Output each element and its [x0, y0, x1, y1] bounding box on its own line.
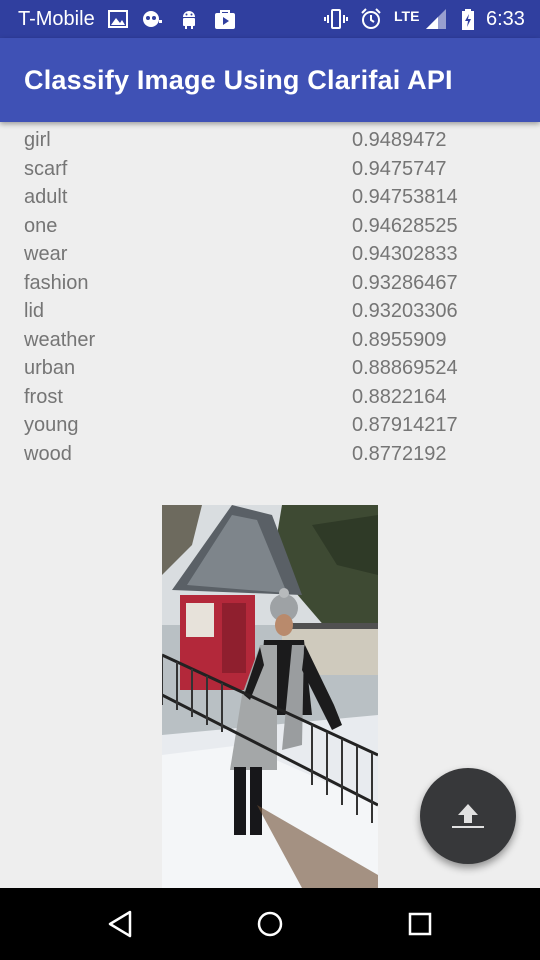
network-type: LTE [394, 8, 420, 24]
list-item: adult 0.94753814 [0, 184, 540, 213]
concept-score: 0.88869524 [352, 357, 458, 379]
signal-icon [426, 9, 446, 29]
concept-label: one [24, 214, 58, 237]
concept-label: wood [24, 442, 72, 465]
list-item: weather 0.8955909 [0, 327, 540, 356]
concept-label: adult [24, 186, 68, 208]
vibrate-icon [324, 9, 348, 29]
concept-label: fashion [24, 271, 89, 294]
concept-score: 0.94302833 [352, 243, 458, 265]
list-item: fashion 0.93286467 [0, 270, 540, 299]
results-list: girl 0.9489472 scarf 0.9475747 adult 0.9… [0, 127, 540, 470]
list-item: girl 0.9489472 [0, 127, 540, 156]
concept-label: girl [24, 129, 51, 151]
concept-score: 0.87914217 [352, 414, 458, 436]
home-icon[interactable] [254, 908, 286, 940]
concept-score: 0.93203306 [352, 300, 458, 322]
app-bar: Classify Image Using Clarifai API [0, 38, 540, 122]
concept-score: 0.94628525 [352, 214, 458, 237]
concept-score: 0.8822164 [352, 385, 447, 408]
carrier-name: T-Mobile [18, 8, 95, 30]
status-bar: T-Mobile LTE 6:33 [0, 0, 540, 38]
list-item: urban 0.88869524 [0, 355, 540, 384]
upload-icon [452, 804, 484, 828]
image-icon [108, 10, 128, 28]
battery-charging-icon [462, 9, 474, 30]
concept-label: urban [24, 357, 76, 379]
list-item: frost 0.8822164 [0, 384, 540, 413]
concept-score: 0.94753814 [352, 186, 458, 208]
clock-face-icon [143, 11, 162, 27]
list-item: young 0.87914217 [0, 412, 540, 441]
android-icon [183, 11, 195, 29]
concept-label: young [24, 414, 79, 436]
status-time: 6:33 [486, 8, 525, 30]
app-title: Classify Image Using Clarifai API [24, 65, 453, 95]
list-item: wood 0.8772192 [0, 441, 540, 470]
concept-score: 0.9475747 [352, 157, 447, 180]
concept-score: 0.8772192 [352, 442, 447, 465]
concept-score: 0.93286467 [352, 271, 458, 294]
concept-label: frost [24, 385, 63, 408]
navigation-bar [0, 888, 540, 960]
list-item: wear 0.94302833 [0, 241, 540, 270]
concept-score: 0.9489472 [352, 129, 447, 151]
list-item: scarf 0.9475747 [0, 156, 540, 185]
alarm-icon [361, 8, 381, 29]
list-item: lid 0.93203306 [0, 298, 540, 327]
concept-label: weather [24, 328, 96, 351]
list-item: one 0.94628525 [0, 213, 540, 242]
classified-photo [162, 505, 378, 888]
play-store-icon [215, 10, 235, 29]
concept-score: 0.8955909 [352, 328, 447, 351]
concept-label: wear [24, 243, 68, 265]
concept-label: scarf [24, 157, 68, 180]
back-icon[interactable] [104, 908, 136, 940]
upload-button[interactable] [420, 768, 516, 864]
recents-icon[interactable] [404, 908, 436, 940]
concept-label: lid [24, 300, 45, 322]
